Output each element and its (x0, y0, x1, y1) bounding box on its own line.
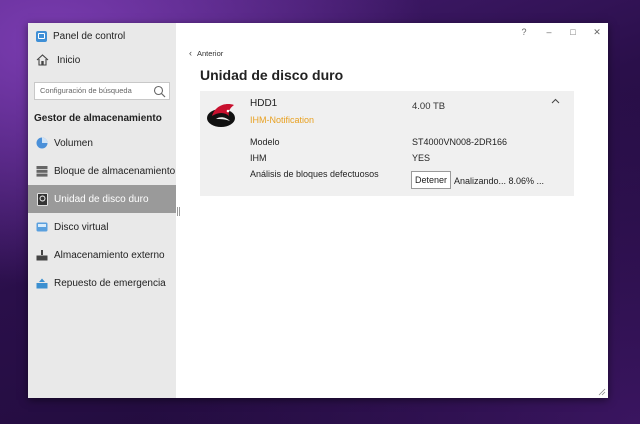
drive-capacity: 4.00 TB (412, 101, 446, 112)
sidebar-item-label: Disco virtual (54, 221, 109, 233)
sidebar: Panel de control Inicio Gestor de almace… (28, 23, 176, 398)
app-title: Panel de control (36, 29, 125, 43)
chevron-left-icon: ‹ (189, 48, 192, 58)
drive-name: HDD1 (250, 98, 278, 109)
page-title: Unidad de disco duro (200, 67, 344, 83)
search-box[interactable] (34, 82, 170, 100)
bad-block-scan-label: Análisis de bloques defectuosos (250, 169, 379, 179)
home-link[interactable]: Inicio (36, 54, 80, 66)
external-storage-icon (36, 249, 48, 261)
drive-card: HDD1 4.00 TB IHM-Notification Modelo ST4… (200, 91, 574, 196)
sidebar-item-label: Repuesto de emergencia (54, 277, 166, 289)
minimize-button[interactable]: – (542, 27, 556, 37)
ihm-notification-link[interactable]: IHM-Notification (250, 115, 314, 125)
virtual-disk-icon (36, 221, 48, 233)
sidebar-item-label: Unidad de disco duro (54, 193, 149, 205)
volume-icon (36, 137, 48, 149)
sidebar-item-storage-pool[interactable]: Bloque de almacenamiento (28, 157, 176, 185)
back-label: Anterior (197, 48, 224, 58)
stop-button[interactable]: Detener (411, 171, 451, 189)
storage-manager-heading: Gestor de almacenamiento (34, 113, 162, 124)
home-icon (36, 54, 49, 66)
sidebar-item-volume[interactable]: Volumen (28, 129, 176, 157)
close-button[interactable]: ✕ (590, 27, 604, 38)
seagate-ironwolf-drive-icon (207, 104, 235, 127)
sidebar-item-hot-spare[interactable]: Repuesto de emergencia (28, 269, 176, 297)
analyzing-status: Analizando... 8.06% ... (454, 176, 545, 186)
control-panel-icon (36, 30, 47, 42)
chevron-up-icon[interactable] (551, 98, 560, 104)
back-button[interactable]: ‹ Anterior (189, 48, 223, 58)
search-input[interactable] (40, 86, 150, 95)
home-label: Inicio (57, 54, 81, 66)
model-label: Modelo (250, 137, 280, 147)
sidebar-item-label: Almacenamiento externo (54, 249, 165, 261)
ihm-label: IHM (250, 153, 267, 163)
resize-grip-icon[interactable] (598, 388, 606, 396)
search-icon[interactable] (153, 85, 166, 98)
sidebar-item-external-storage[interactable]: Almacenamiento externo (28, 241, 176, 269)
control-panel-window: Panel de control Inicio Gestor de almace… (28, 23, 608, 398)
storage-pool-icon (36, 165, 48, 177)
sidebar-item-hdd[interactable]: Unidad de disco duro (28, 185, 176, 213)
hdd-icon (36, 192, 48, 206)
model-value: ST4000VN008-2DR166 (412, 137, 508, 147)
sidebar-item-label: Volumen (54, 137, 93, 149)
sidebar-item-label: Bloque de almacenamiento (54, 165, 176, 177)
hot-spare-icon (36, 277, 48, 289)
maximize-button[interactable]: □ (566, 27, 580, 37)
app-title-label: Panel de control (53, 30, 126, 42)
sidebar-resize-handle[interactable] (177, 207, 180, 216)
help-button[interactable]: ? (517, 27, 531, 37)
sidebar-item-virtual-disk[interactable]: Disco virtual (28, 213, 176, 241)
ihm-value: YES (412, 153, 431, 163)
